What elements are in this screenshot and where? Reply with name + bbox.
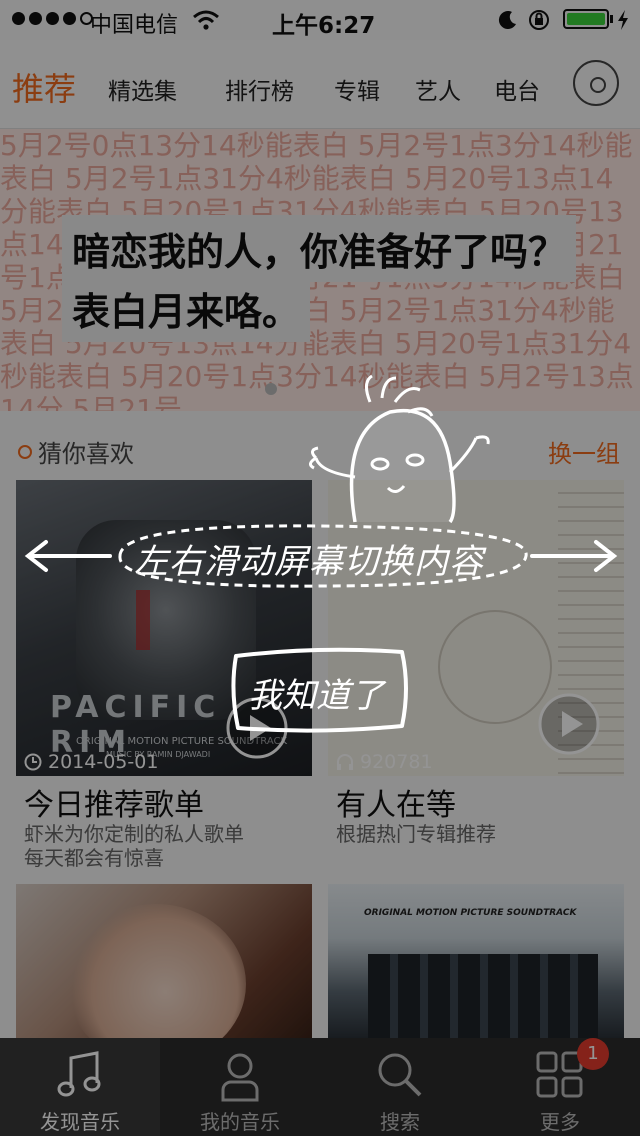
dismiss-button[interactable]: 我知道了	[248, 668, 384, 717]
left-arrow-icon	[24, 540, 112, 572]
swipe-hint-text: 左右滑动屏幕切换内容	[134, 542, 484, 582]
right-arrow-icon	[530, 540, 618, 572]
